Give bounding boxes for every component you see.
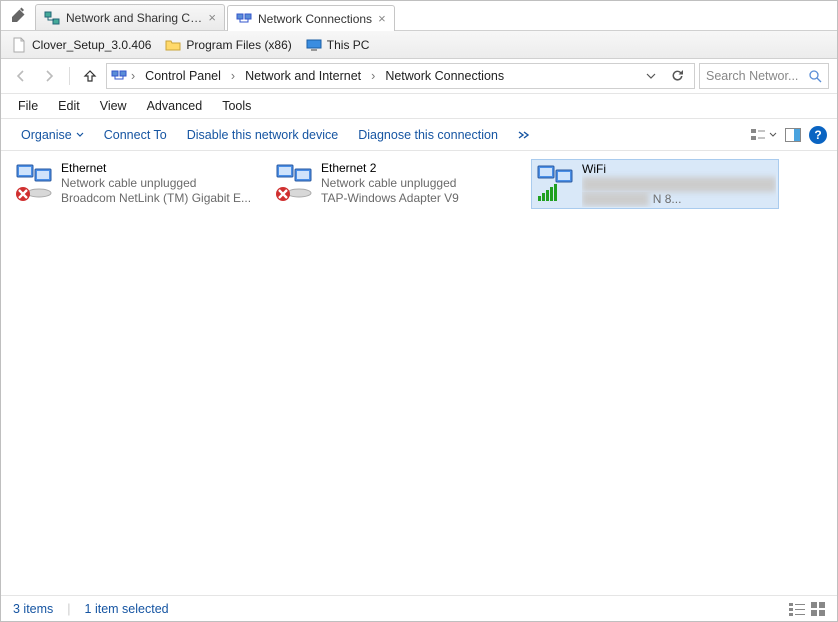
menu-advanced[interactable]: Advanced bbox=[138, 96, 212, 116]
connection-ethernet[interactable]: Ethernet Network cable unplugged Broadco… bbox=[11, 159, 259, 209]
view-toggle bbox=[789, 602, 825, 616]
menu-file[interactable]: File bbox=[9, 96, 47, 116]
large-icons-view-button[interactable] bbox=[811, 602, 825, 616]
connection-name: Ethernet bbox=[61, 161, 257, 176]
forward-button[interactable] bbox=[37, 64, 61, 88]
status-selection: 1 item selected bbox=[85, 602, 169, 616]
folder-icon bbox=[165, 37, 181, 53]
crumb-network-connections[interactable]: Network Connections bbox=[379, 67, 510, 85]
search-input[interactable] bbox=[706, 69, 805, 83]
back-button[interactable] bbox=[9, 64, 33, 88]
bookmark-this-pc[interactable]: This PC bbox=[306, 37, 370, 53]
connection-status: redacted redacted bbox=[582, 177, 776, 192]
tab-close-icon[interactable]: × bbox=[378, 11, 386, 26]
bookmark-bar: Clover_Setup_3.0.406 Program Files (x86)… bbox=[1, 31, 837, 59]
menu-view[interactable]: View bbox=[91, 96, 136, 116]
toolbar: Organise Connect To Disable this network… bbox=[1, 119, 837, 151]
tab-title: Network and Sharing Cent bbox=[66, 11, 202, 25]
bookmark-label: Program Files (x86) bbox=[186, 38, 291, 52]
status-item-count: 3 items bbox=[13, 602, 53, 616]
connection-device: redacted red N 8... bbox=[582, 192, 776, 207]
breadcrumb-controls bbox=[640, 69, 690, 83]
refresh-button[interactable] bbox=[664, 69, 690, 83]
chevron-right-icon[interactable]: › bbox=[369, 69, 377, 83]
bookmark-label: This PC bbox=[327, 38, 370, 52]
pc-icon bbox=[306, 37, 322, 53]
crumb-network-internet[interactable]: Network and Internet bbox=[239, 67, 367, 85]
ethernet-unplugged-icon bbox=[13, 161, 55, 203]
breadcrumb-root-icon[interactable] bbox=[111, 68, 127, 84]
organise-label: Organise bbox=[21, 128, 72, 142]
network-sharing-icon bbox=[44, 10, 60, 26]
overflow-button[interactable] bbox=[508, 126, 540, 144]
bookmark-label: Clover_Setup_3.0.406 bbox=[32, 38, 151, 52]
connection-device: Broadcom NetLink (TM) Gigabit E... bbox=[61, 191, 257, 206]
connection-name: WiFi bbox=[582, 162, 776, 177]
breadcrumb[interactable]: › Control Panel › Network and Internet ›… bbox=[106, 63, 695, 89]
window: Network and Sharing Cent × Network Conne… bbox=[0, 0, 838, 622]
disable-device-button[interactable]: Disable this network device bbox=[177, 124, 348, 146]
connection-status: Network cable unplugged bbox=[61, 176, 257, 191]
diagnose-button[interactable]: Diagnose this connection bbox=[348, 124, 508, 146]
content-area[interactable]: Ethernet Network cable unplugged Broadco… bbox=[1, 151, 837, 595]
crumb-control-panel[interactable]: Control Panel bbox=[139, 67, 227, 85]
bookmark-clover[interactable]: Clover_Setup_3.0.406 bbox=[11, 37, 151, 53]
connection-ethernet2[interactable]: Ethernet 2 Network cable unplugged TAP-W… bbox=[271, 159, 519, 209]
up-button[interactable] bbox=[78, 64, 102, 88]
search-box[interactable] bbox=[699, 63, 829, 89]
tab-title: Network Connections bbox=[258, 12, 372, 26]
file-icon bbox=[11, 37, 27, 53]
menu-edit[interactable]: Edit bbox=[49, 96, 89, 116]
history-dropdown-icon[interactable] bbox=[640, 71, 662, 81]
search-icon[interactable] bbox=[809, 70, 822, 83]
connection-status: Network cable unplugged bbox=[321, 176, 517, 191]
help-button[interactable]: ? bbox=[809, 126, 827, 144]
menubar: File Edit View Advanced Tools bbox=[1, 94, 837, 119]
status-bar: 3 items | 1 item selected bbox=[1, 595, 837, 621]
preview-pane-button[interactable] bbox=[785, 128, 801, 142]
ethernet-unplugged-icon bbox=[273, 161, 315, 203]
menu-tools[interactable]: Tools bbox=[213, 96, 260, 116]
tab-network-connections[interactable]: Network Connections × bbox=[227, 5, 395, 31]
settings-icon[interactable] bbox=[11, 7, 27, 23]
status-separator: | bbox=[67, 602, 70, 616]
tab-strip: Network and Sharing Cent × Network Conne… bbox=[1, 1, 837, 31]
tab-network-sharing[interactable]: Network and Sharing Cent × bbox=[35, 4, 225, 30]
tab-close-icon[interactable]: × bbox=[208, 10, 216, 25]
nav-separator bbox=[69, 67, 70, 85]
network-connections-icon bbox=[236, 11, 252, 27]
connect-to-button[interactable]: Connect To bbox=[94, 124, 177, 146]
bookmark-program-files[interactable]: Program Files (x86) bbox=[165, 37, 291, 53]
chevron-right-icon[interactable]: › bbox=[129, 69, 137, 83]
details-view-button[interactable] bbox=[789, 602, 805, 616]
nav-row: › Control Panel › Network and Internet ›… bbox=[1, 59, 837, 94]
connection-wifi[interactable]: WiFi redacted redacted redacted red N 8.… bbox=[531, 159, 779, 209]
wifi-connected-icon bbox=[534, 162, 576, 204]
view-options-button[interactable] bbox=[751, 127, 777, 143]
connection-device: TAP-Windows Adapter V9 bbox=[321, 191, 517, 206]
connection-name: Ethernet 2 bbox=[321, 161, 517, 176]
chevron-right-icon[interactable]: › bbox=[229, 69, 237, 83]
organise-button[interactable]: Organise bbox=[11, 124, 94, 146]
dropdown-icon bbox=[76, 131, 84, 139]
